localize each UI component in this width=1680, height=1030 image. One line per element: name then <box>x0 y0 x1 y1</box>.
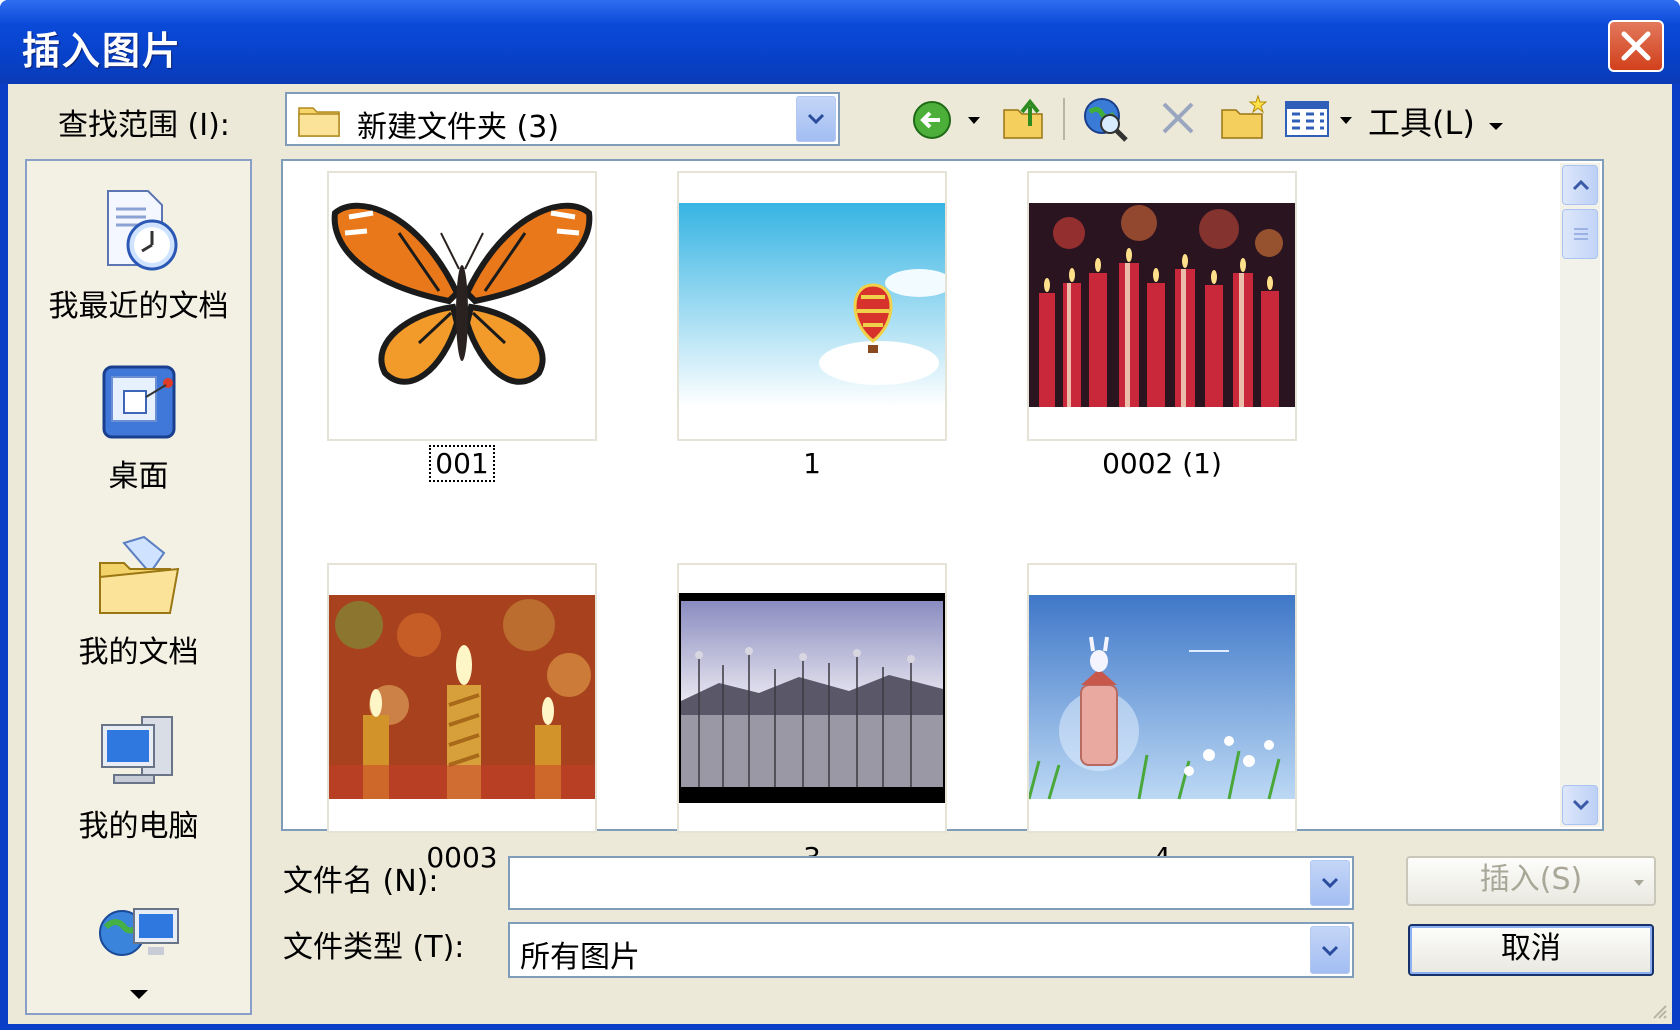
back-button[interactable] <box>910 98 990 142</box>
lookin-combobox[interactable]: 新建文件夹 (3) <box>285 92 840 146</box>
grass-landscape-image <box>679 565 945 831</box>
insert-button[interactable]: 插入(S) <box>1406 856 1656 906</box>
insert-button-label: 插入(S) <box>1479 862 1583 897</box>
file-thumbnail[interactable] <box>677 171 947 441</box>
resize-grip-icon[interactable] <box>1648 1000 1668 1020</box>
file-name-label: 001 <box>327 445 597 482</box>
chevron-down-icon <box>1321 945 1339 957</box>
file-name-label: 1 <box>803 447 821 480</box>
place-my-computer[interactable]: 我的电脑 <box>27 711 250 845</box>
tools-label: 工具(L) <box>1368 104 1475 142</box>
place-label: 桌面 <box>108 459 169 494</box>
chevron-down-icon <box>1572 799 1590 811</box>
current-folder: 新建文件夹 (3) <box>357 110 560 145</box>
place-my-documents[interactable]: 我的文档 <box>27 533 250 671</box>
filename-combobox[interactable] <box>508 856 1354 910</box>
file-thumbnail[interactable] <box>677 563 947 833</box>
scroll-down-button[interactable] <box>1562 785 1598 825</box>
up-folder-button[interactable] <box>1000 96 1048 142</box>
filetype-label: 文件类型 (T): <box>283 930 465 965</box>
toolbar-separator <box>1063 98 1065 140</box>
balloon-image <box>679 173 945 439</box>
filetype-combobox[interactable]: 所有图片 <box>508 922 1354 978</box>
places-bar: 我最近的文档 桌面 我的文档 我的电脑 <box>25 159 252 1015</box>
chevron-up-icon <box>1572 179 1590 191</box>
delete-button[interactable] <box>1158 98 1198 138</box>
dialog-body: 查找范围 (I): 新建文件夹 (3) 工具(L) 我最近的文档 桌面 我的文档… <box>8 84 1672 1024</box>
chevron-down-icon <box>807 113 825 125</box>
butterfly-image <box>329 173 595 439</box>
filetype-dropdown-button[interactable] <box>1310 926 1350 974</box>
file-name-label: 0002 (1) <box>1102 447 1222 480</box>
vertical-scrollbar[interactable] <box>1560 163 1600 827</box>
file-thumbnail[interactable] <box>327 563 597 833</box>
delete-icon <box>1162 102 1194 134</box>
insert-picture-dialog: 插入图片 查找范围 (I): 新建文件夹 (3) 工具(L) 我最近的文档 桌面… <box>0 0 1680 1030</box>
views-button[interactable] <box>1284 98 1358 140</box>
back-icon <box>913 101 980 139</box>
file-list-view[interactable]: 001 1 0002 (1) 0003 <box>281 159 1604 874</box>
new-folder-button[interactable] <box>1218 94 1268 142</box>
place-label: 我的电脑 <box>78 809 199 844</box>
my-computer-icon <box>100 716 173 784</box>
filetype-value: 所有图片 <box>520 940 640 975</box>
place-label: 我最近的文档 <box>48 289 229 324</box>
blue-sky-tower-image <box>1029 565 1295 831</box>
lookin-label: 查找范围 (I): <box>58 108 230 143</box>
scrollbar-thumb[interactable] <box>1562 209 1598 259</box>
my-documents-icon <box>98 535 179 614</box>
network-places-icon <box>98 908 179 956</box>
search-web-button[interactable] <box>1080 94 1130 144</box>
filename-dropdown-button[interactable] <box>1310 860 1350 906</box>
lookin-dropdown-button[interactable] <box>796 96 836 142</box>
file-thumbnail[interactable] <box>327 171 597 441</box>
grip-icon <box>1574 228 1588 240</box>
scroll-down-arrow-icon[interactable] <box>128 987 150 1001</box>
chevron-down-icon <box>1321 877 1339 889</box>
scroll-up-button[interactable] <box>1562 165 1598 205</box>
window-title: 插入图片 <box>22 29 183 73</box>
place-network[interactable] <box>27 899 250 1001</box>
cancel-button[interactable]: 取消 <box>1408 924 1654 976</box>
up-folder-icon <box>1003 98 1043 139</box>
tools-menu[interactable]: 工具(L) <box>1368 98 1507 144</box>
candles-image <box>1029 173 1295 439</box>
place-recent-documents[interactable]: 我最近的文档 <box>27 185 250 325</box>
views-icon <box>1285 101 1352 137</box>
candles-bokeh-image <box>329 565 595 831</box>
desktop-icon <box>102 365 175 439</box>
close-button[interactable] <box>1608 20 1664 72</box>
file-thumbnail[interactable] <box>1027 171 1297 441</box>
close-icon <box>1621 31 1651 61</box>
file-thumbnail[interactable] <box>1027 563 1297 833</box>
cancel-button-label: 取消 <box>1501 931 1561 966</box>
search-web-icon <box>1084 98 1128 142</box>
place-desktop[interactable]: 桌面 <box>27 361 250 495</box>
filename-label: 文件名 (N): <box>283 864 439 899</box>
recent-documents-icon <box>106 190 177 271</box>
dropdown-arrow-icon <box>1488 123 1503 130</box>
place-label: 我的文档 <box>78 635 199 670</box>
new-folder-icon <box>1221 94 1268 139</box>
folder-icon <box>298 107 340 137</box>
title-bar[interactable]: 插入图片 <box>0 0 1680 84</box>
dropdown-arrow-icon <box>1634 880 1644 886</box>
